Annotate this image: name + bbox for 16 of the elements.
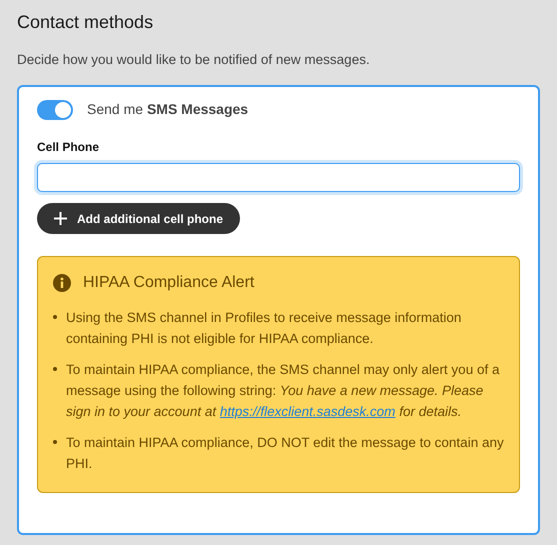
alert-title: HIPAA Compliance Alert [83,273,254,293]
bullet-icon [53,367,57,371]
sms-toggle[interactable] [37,100,73,120]
field-label: Cell Phone [37,139,100,156]
add-phone-button[interactable]: Add additional cell phone [37,203,240,234]
bullet-icon [53,315,57,319]
plus-icon [54,212,67,225]
alert-item-text: To maintain HIPAA compliance, the SMS channel may only alert you of a message using the following string: You have a new message. Please sign in to your account at https://flexclient.sasdesk.com for details. [66,361,500,421]
toggle-label: Send me SMS Messages [87,100,248,119]
section-description: Decide how you would like to be notified of new messages. [17,51,370,69]
cell-phone-field[interactable] [37,163,520,192]
alert-item-text: To maintain HIPAA compliance, DO NOT edit the message to contain any PHI. [66,434,504,473]
bullet-icon [53,440,57,444]
info-icon [53,274,71,292]
section-title: Contact methods [17,11,154,34]
alert-item-text: Using the SMS channel in Profiles to receive message information containing PHI is not eligible for HIPAA compliance. [66,309,462,348]
